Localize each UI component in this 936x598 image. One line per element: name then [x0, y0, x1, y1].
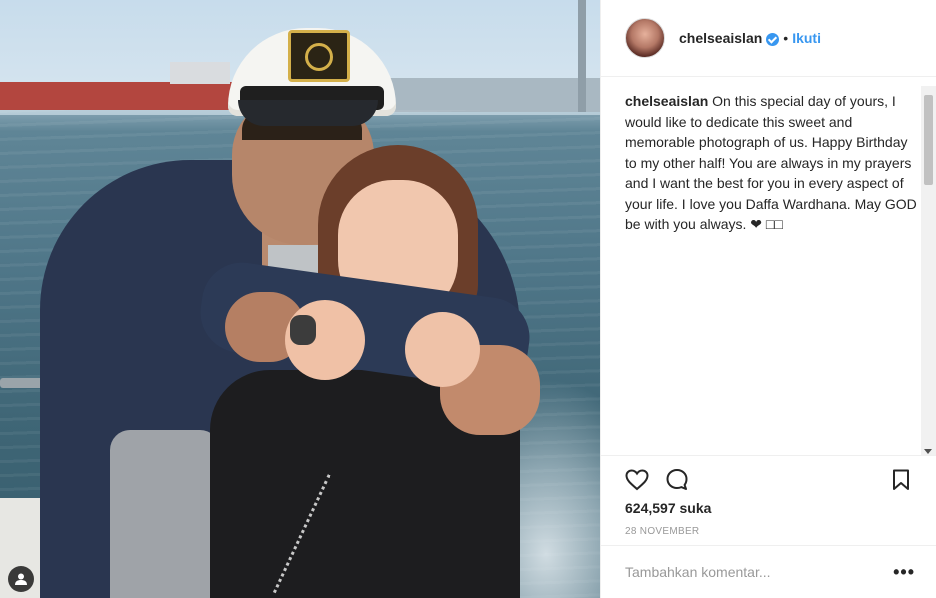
bookmark-icon[interactable]	[887, 466, 915, 494]
post-date[interactable]: 28 NOVEMBER	[625, 526, 699, 537]
scrollbar-thumb[interactable]	[924, 95, 933, 185]
post-caption: chelseaislan On this special day of your…	[601, 77, 936, 235]
heart-icon[interactable]	[623, 466, 651, 494]
action-bar	[601, 455, 936, 503]
verified-badge-icon	[766, 32, 780, 46]
caption-text: On this special day of yours, I would li…	[625, 93, 917, 232]
cap-brim	[238, 100, 378, 126]
username-link[interactable]: chelseaislan	[679, 30, 762, 46]
post-header: chelseaislan • Ikuti	[601, 0, 936, 77]
wristwatch	[290, 315, 316, 345]
scroll-down-arrow-icon[interactable]	[924, 449, 932, 454]
avatar[interactable]	[625, 18, 665, 58]
background-ship	[0, 82, 235, 110]
background-crane	[578, 0, 586, 112]
background-dock	[380, 78, 600, 112]
likes-count[interactable]: 624,597 suka	[625, 500, 711, 516]
comment-input[interactable]: Tambahkan komentar...	[625, 564, 893, 580]
post-photo[interactable]	[0, 0, 600, 598]
cap-badge	[288, 30, 350, 82]
comments-scrollbar[interactable]	[921, 86, 936, 456]
comments-area: chelseaislan On this special day of your…	[601, 77, 936, 455]
man-shirt	[110, 430, 220, 598]
post-side-panel: chelseaislan • Ikuti chelseaislan On thi…	[600, 0, 936, 598]
user-tag-icon[interactable]	[8, 566, 34, 592]
add-comment-section: Tambahkan komentar... •••	[601, 545, 936, 598]
woman-hand-right	[405, 312, 480, 387]
instagram-post: chelseaislan • Ikuti chelseaislan On thi…	[0, 0, 936, 598]
more-options-icon[interactable]: •••	[893, 562, 915, 583]
background-building	[170, 62, 230, 84]
follow-button[interactable]: Ikuti	[792, 30, 821, 46]
comment-bubble-icon[interactable]	[663, 466, 691, 494]
caption-username[interactable]: chelseaislan	[625, 93, 708, 109]
separator-dot: •	[783, 30, 789, 46]
